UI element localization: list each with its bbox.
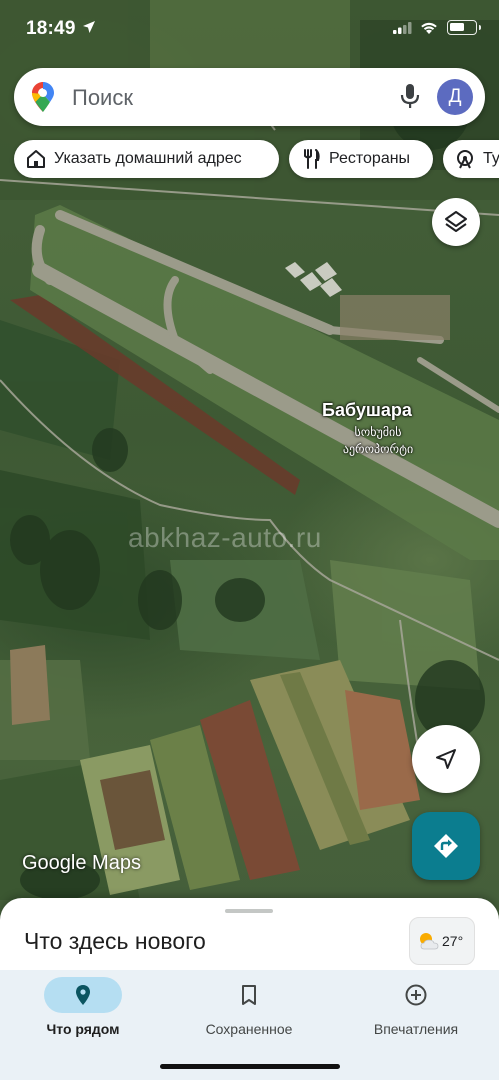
nav-label: Что рядом bbox=[46, 1021, 120, 1037]
layers-button[interactable] bbox=[432, 198, 480, 246]
bookmark-icon bbox=[242, 985, 256, 1005]
google-maps-pin-icon bbox=[32, 82, 54, 112]
home-indicator[interactable] bbox=[160, 1064, 340, 1069]
wifi-icon bbox=[421, 22, 437, 34]
location-arrow-icon bbox=[83, 21, 95, 33]
google-maps-attribution: Google Maps bbox=[22, 852, 141, 874]
nav-item-explore[interactable]: Что рядом bbox=[0, 970, 166, 1050]
weather-temperature: 27° bbox=[442, 933, 464, 949]
microphone-icon[interactable] bbox=[400, 83, 420, 111]
partly-sunny-icon bbox=[420, 933, 439, 950]
nav-label: Сохраненное bbox=[205, 1021, 293, 1037]
directions-icon bbox=[434, 834, 458, 858]
navigation-arrow-icon bbox=[436, 749, 456, 769]
chip-label: Указать домашний адрес bbox=[54, 150, 242, 167]
watermark: abkhaz-auto.ru bbox=[128, 522, 322, 553]
nav-item-contribute[interactable]: Впечатления bbox=[333, 970, 499, 1050]
search-bar[interactable]: Поиск Д bbox=[14, 68, 485, 126]
search-input[interactable]: Поиск bbox=[72, 85, 133, 111]
sheet-title: Что здесь нового bbox=[24, 928, 206, 954]
location-pin-icon bbox=[76, 985, 90, 1005]
status-time: 18:49 bbox=[26, 18, 76, 39]
nav-item-saved[interactable]: Сохраненное bbox=[166, 970, 332, 1050]
chip-label: Ту bbox=[483, 150, 499, 167]
sheet-drag-handle[interactable] bbox=[225, 909, 273, 913]
weather-chip[interactable]: 27° bbox=[409, 917, 475, 965]
fork-knife-icon bbox=[304, 149, 320, 169]
chip-set-home-address[interactable]: Указать домашний адрес bbox=[14, 140, 279, 178]
home-icon bbox=[27, 150, 45, 168]
nav-label: Впечатления bbox=[373, 1021, 459, 1037]
add-circle-icon bbox=[405, 984, 427, 1006]
ferris-wheel-icon bbox=[457, 150, 473, 169]
battery-icon bbox=[447, 20, 481, 35]
my-location-button[interactable] bbox=[412, 725, 480, 793]
chip-label: Рестораны bbox=[329, 150, 411, 167]
map-place-label[interactable]: Бабушара bbox=[322, 400, 412, 421]
cellular-signal-icon bbox=[393, 22, 412, 34]
directions-button[interactable] bbox=[412, 812, 480, 880]
chip-attractions[interactable]: Ту bbox=[443, 140, 499, 178]
status-bar: 18:49 bbox=[0, 16, 499, 44]
layers-icon bbox=[445, 211, 467, 232]
account-avatar[interactable]: Д bbox=[437, 79, 473, 115]
nav-active-indicator bbox=[44, 977, 122, 1013]
map-place-sublabel: სოხუმის აეროპორტი bbox=[342, 425, 414, 456]
chip-restaurants[interactable]: Рестораны bbox=[289, 140, 433, 178]
